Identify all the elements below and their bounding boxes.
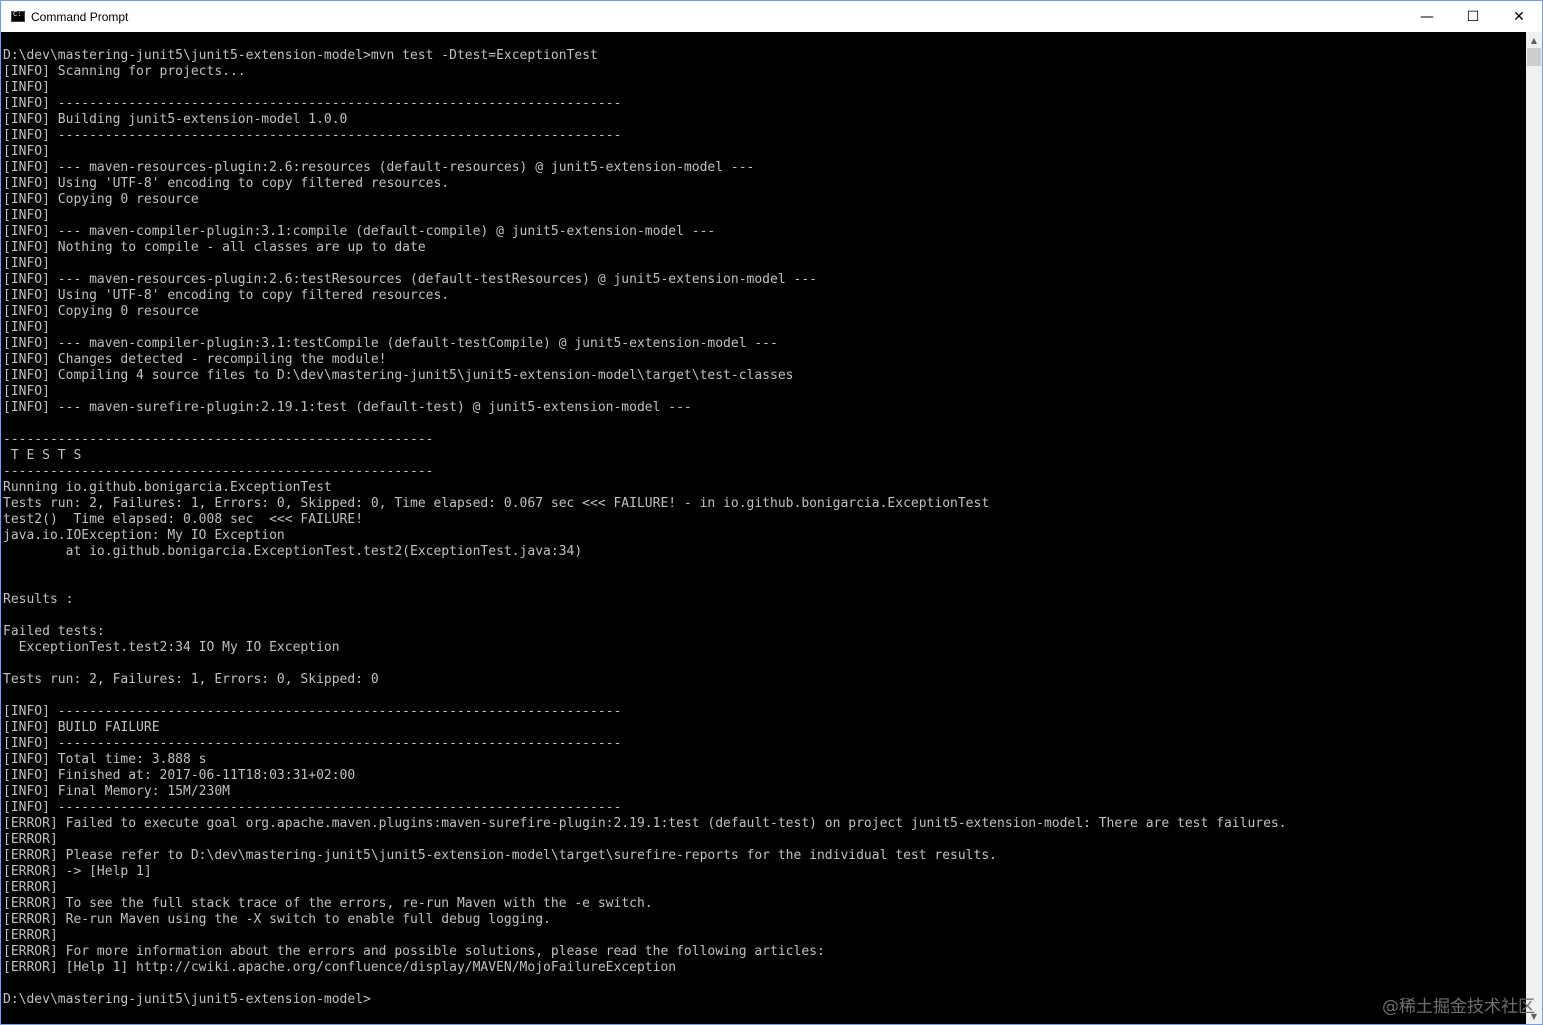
console-line: at io.github.bonigarcia.ExceptionTest.te… — [3, 544, 583, 559]
console-line: [INFO] ---------------------------------… — [3, 800, 622, 815]
scroll-up-arrow-icon[interactable]: ▲ — [1526, 32, 1542, 48]
console-line: [INFO] ---------------------------------… — [3, 704, 622, 719]
console-line: [INFO] Finished at: 2017-06-11T18:03:31+… — [3, 768, 356, 783]
console-line: Tests run: 2, Failures: 1, Errors: 0, Sk… — [3, 496, 990, 511]
close-button[interactable]: ✕ — [1496, 1, 1542, 32]
console-line: [INFO] — [3, 80, 50, 95]
command-prompt-window: Command Prompt — ☐ ✕ D:\dev\mastering-ju… — [0, 0, 1543, 1025]
console-line: [ERROR] For more information about the e… — [3, 944, 825, 959]
console-line: [ERROR] — [3, 832, 58, 847]
console-line: [INFO] Nothing to compile - all classes … — [3, 240, 426, 255]
console-line: Results : — [3, 592, 74, 607]
console-line: [ERROR] — [3, 880, 58, 895]
title-bar[interactable]: Command Prompt — ☐ ✕ — [1, 1, 1542, 32]
vertical-scrollbar[interactable]: ▲ ▼ — [1526, 32, 1542, 1024]
console-line: [INFO] — [3, 320, 50, 335]
watermark: @稀土掘金技术社区 — [1382, 997, 1535, 1017]
console-line: [INFO] --- maven-surefire-plugin:2.19.1:… — [3, 400, 692, 415]
console-line: [INFO] Compiling 4 source files to D:\de… — [3, 368, 794, 383]
console-line: [INFO] Copying 0 resource — [3, 304, 199, 319]
console-line: test2() Time elapsed: 0.008 sec <<< FAIL… — [3, 512, 364, 527]
console-line: [ERROR] To see the full stack trace of t… — [3, 896, 653, 911]
console-line: ExceptionTest.test2:34 IO My IO Exceptio… — [3, 640, 340, 655]
console-line: T E S T S — [3, 448, 82, 463]
console-line: [INFO] --- maven-compiler-plugin:3.1:tes… — [3, 336, 778, 351]
console-line: java.io.IOException: My IO Exception — [3, 528, 285, 543]
cmd-icon[interactable] — [11, 10, 25, 22]
console-line: [INFO] ---------------------------------… — [3, 736, 622, 751]
console-line: [INFO] Total time: 3.888 s — [3, 752, 207, 767]
console-line: [INFO] Final Memory: 15M/230M — [3, 784, 230, 799]
console-line: [INFO] Copying 0 resource — [3, 192, 199, 207]
maximize-button[interactable]: ☐ — [1450, 1, 1496, 32]
console-line: [ERROR] Please refer to D:\dev\mastering… — [3, 848, 997, 863]
minimize-button[interactable]: — — [1404, 1, 1450, 32]
console-line: [INFO] — [3, 384, 50, 399]
console-line: ----------------------------------------… — [3, 464, 434, 479]
window-controls: — ☐ ✕ — [1404, 1, 1542, 32]
console-line: Running io.github.bonigarcia.ExceptionTe… — [3, 480, 332, 495]
console-line: [ERROR] — [3, 928, 58, 943]
console-lines: D:\dev\mastering-junit5\junit5-extension… — [3, 48, 1287, 1008]
console-line: [ERROR] -> [Help 1] — [3, 864, 152, 879]
console-line: [INFO] Using 'UTF-8' encoding to copy fi… — [3, 288, 450, 303]
console-line: [INFO] — [3, 256, 50, 271]
window-title: Command Prompt — [31, 9, 129, 24]
console-line: [INFO] --- maven-resources-plugin:2.6:te… — [3, 272, 817, 287]
console-line: ----------------------------------------… — [3, 432, 434, 447]
console-line: [INFO] Scanning for projects... — [3, 64, 246, 79]
console-line: [INFO] Building junit5-extension-model 1… — [3, 112, 348, 127]
console-line: [INFO] Using 'UTF-8' encoding to copy fi… — [3, 176, 450, 191]
console-line: D:\dev\mastering-junit5\junit5-extension… — [3, 48, 598, 63]
console-line: [INFO] --- maven-compiler-plugin:3.1:com… — [3, 224, 716, 239]
console-line: [INFO] ---------------------------------… — [3, 96, 622, 111]
console-line: Tests run: 2, Failures: 1, Errors: 0, Sk… — [3, 672, 379, 687]
console-line: [INFO] — [3, 208, 50, 223]
console-line: [INFO] --- maven-resources-plugin:2.6:re… — [3, 160, 755, 175]
console-line: [INFO] BUILD FAILURE — [3, 720, 160, 735]
console-line: [INFO] Changes detected - recompiling th… — [3, 352, 387, 367]
console-line: D:\dev\mastering-junit5\junit5-extension… — [3, 992, 371, 1007]
console-line: [ERROR] Re-run Maven using the -X switch… — [3, 912, 551, 927]
console-line: [INFO] — [3, 144, 50, 159]
scrollbar-thumb[interactable] — [1527, 48, 1541, 66]
console-line: [ERROR] Failed to execute goal org.apach… — [3, 816, 1287, 831]
console-line: [INFO] ---------------------------------… — [3, 128, 622, 143]
console-line: [ERROR] [Help 1] http://cwiki.apache.org… — [3, 960, 677, 975]
console-output[interactable]: D:\dev\mastering-junit5\junit5-extension… — [1, 32, 1526, 1024]
console-line: Failed tests: — [3, 624, 105, 639]
